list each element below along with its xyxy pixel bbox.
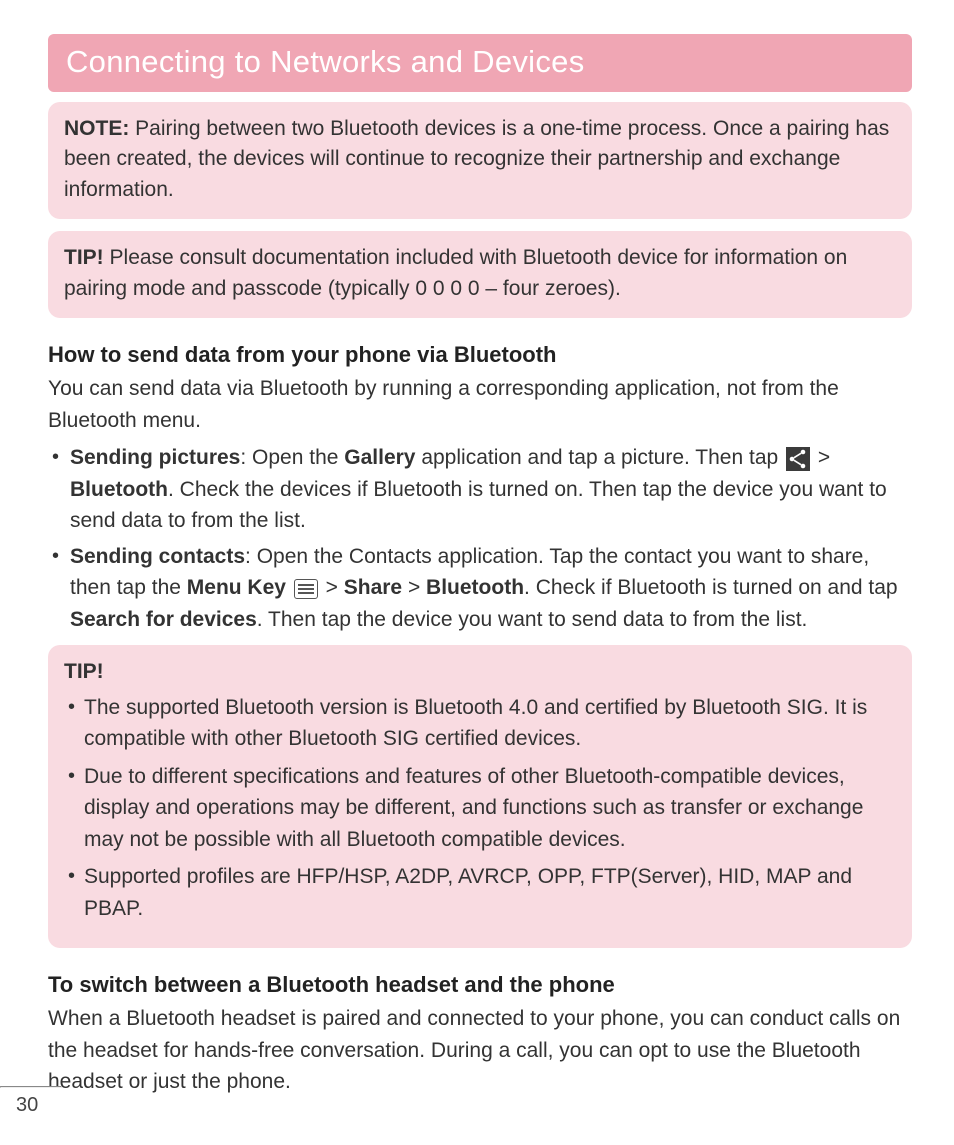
bullet2-t2 [286,576,292,599]
switch-heading: To switch between a Bluetooth headset an… [48,968,912,1001]
section-title: Connecting to Networks and Devices [66,44,585,79]
menu-key-icon [294,579,318,599]
bullet1-lead: Sending pictures [70,446,240,469]
tip2-bullets: The supported Bluetooth version is Bluet… [64,692,896,925]
list-item: Sending pictures: Open the Gallery appli… [48,442,912,537]
tip1-text: Please consult documentation included wi… [64,246,847,299]
note-callout: NOTE: Pairing between two Bluetooth devi… [48,102,912,219]
page-footer: 30 [0,1086,954,1117]
bullet1-t2: application and tap a picture. Then tap [415,446,784,469]
page-number: 30 [16,1094,38,1116]
bullet2-t6: . Then tap the device you want to send d… [257,608,808,631]
bullet2-lead: Sending contacts [70,545,245,568]
section-switch: To switch between a Bluetooth headset an… [48,968,912,1098]
section-send-data: How to send data from your phone via Blu… [48,338,912,635]
bullet2-menukey: Menu Key [187,576,286,599]
note-label: NOTE: [64,117,129,140]
bullet1-t4: . Check the devices if Bluetooth is turn… [70,478,887,533]
bullet1-bluetooth: Bluetooth [70,478,168,501]
send-heading: How to send data from your phone via Blu… [48,338,912,371]
send-bullets: Sending pictures: Open the Gallery appli… [48,442,912,635]
bullet2-share: Share [344,576,402,599]
bullet2-bluetooth: Bluetooth [426,576,524,599]
document-page: Connecting to Networks and Devices NOTE:… [0,0,954,1098]
bullet2-t3: > [320,576,344,599]
footer-rule [0,1086,62,1088]
bullet1-t1: : Open the [240,446,344,469]
list-item: Supported profiles are HFP/HSP, A2DP, AV… [64,861,896,924]
share-icon [786,447,810,471]
switch-intro: When a Bluetooth headset is paired and c… [48,1003,912,1098]
bullet2-t5: . Check if Bluetooth is turned on and ta… [524,576,898,599]
list-item: Sending contacts: Open the Contacts appl… [48,541,912,636]
bullet2-t4: > [402,576,426,599]
tip1-label: TIP! [64,246,104,269]
section-title-bar: Connecting to Networks and Devices [48,34,912,92]
bullet1-gallery: Gallery [344,446,415,469]
tip-callout-2: TIP! The supported Bluetooth version is … [48,645,912,948]
send-intro: You can send data via Bluetooth by runni… [48,373,912,436]
note-text: Pairing between two Bluetooth devices is… [64,117,889,201]
list-item: Due to different specifications and feat… [64,761,896,856]
list-item: The supported Bluetooth version is Bluet… [64,692,896,755]
tip2-label: TIP! [64,657,896,687]
bullet2-search: Search for devices [70,608,257,631]
bullet1-t3: > [812,446,830,469]
tip-callout-1: TIP! Please consult documentation includ… [48,231,912,318]
